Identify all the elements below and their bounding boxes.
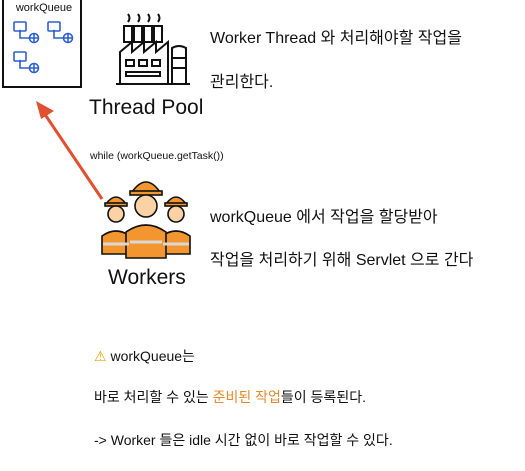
note-line2: -> Worker 들은 idle 시간 없이 바로 작업할 수 있다. [94, 432, 393, 448]
queue-network-icon [13, 21, 74, 74]
thread-pool-description-line1: Worker Thread 와 처리해야할 작업을 [210, 30, 462, 47]
note-heading-row: ⚠ workQueue는 [94, 346, 195, 366]
workers-description-line2: 작업을 처리하기 위해 Servlet 으로 간다 [210, 252, 474, 269]
note-line1-highlight: 준비된 작업 [212, 389, 281, 405]
workqueue-box: workQueue [2, 0, 82, 88]
factory-icon [116, 13, 190, 85]
note-line1-suffix: 들이 등록된다. [280, 389, 366, 405]
workqueue-box-title: workQueue [15, 2, 73, 14]
workers-description-line1: workQueue 에서 작업을 할당받아 [210, 209, 438, 226]
warning-icon: ⚠ [94, 348, 107, 364]
note-line1-prefix: 바로 처리할 수 있는 [94, 389, 213, 405]
thread-pool-description-line2: 관리한다. [210, 74, 274, 91]
note-line1: 바로 처리할 수 있는 준비된 작업들이 등록된다. [94, 387, 366, 407]
note-heading: workQueue는 [110, 348, 195, 364]
workers-icon [101, 181, 191, 259]
workers-label: Workers [108, 266, 186, 289]
thread-pool-label: Thread Pool [89, 96, 204, 119]
loop-code-text: while (workQueue.getTask()) [90, 150, 224, 162]
